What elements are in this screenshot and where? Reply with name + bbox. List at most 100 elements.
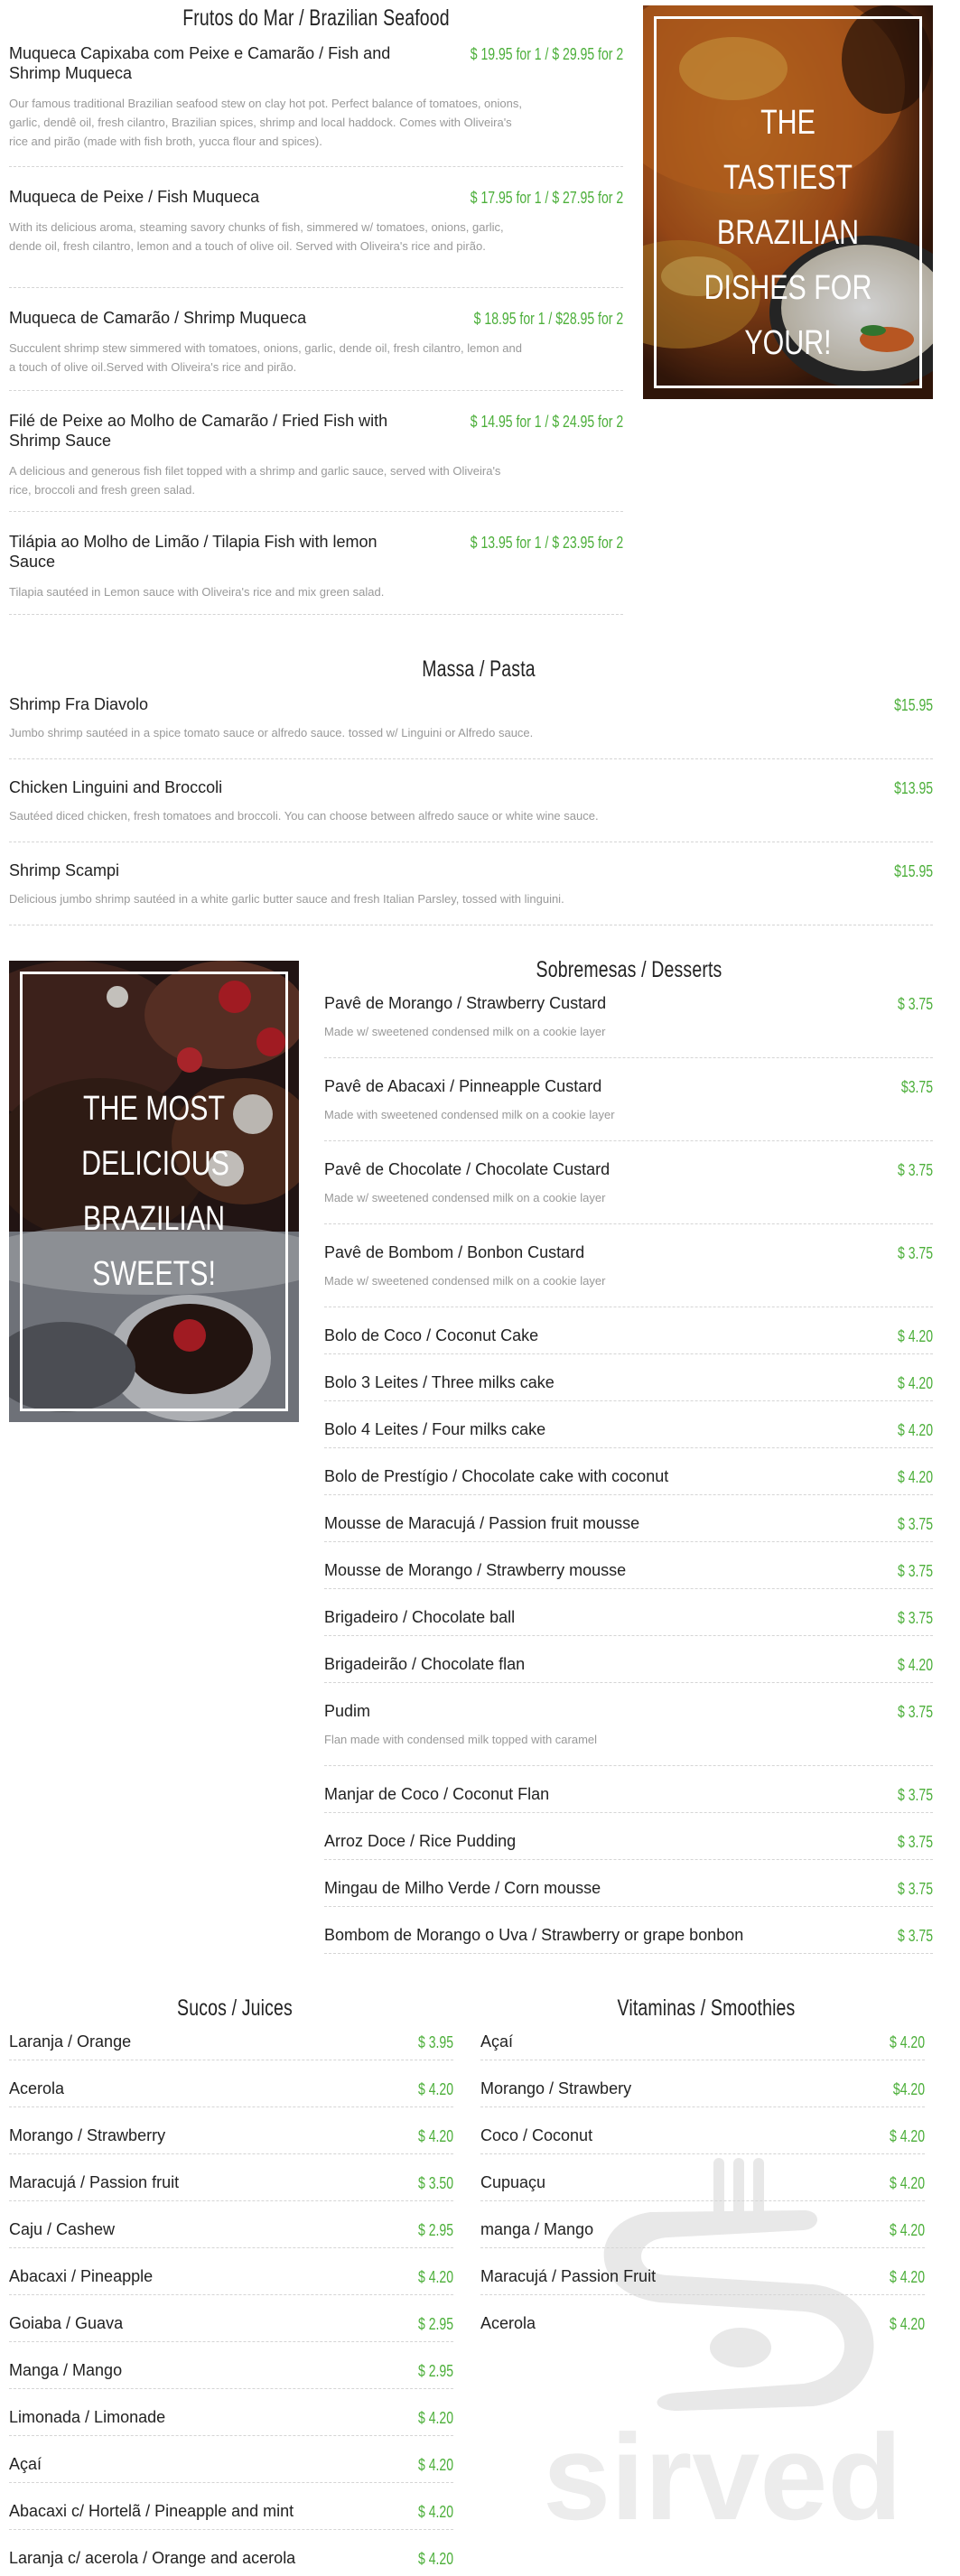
item-name: Bolo de Coco / Coconut Cake [324, 1326, 539, 1344]
smoothie-item[interactable]: $ 4.20 Açaí [480, 2032, 925, 2060]
item-price: $ 2.95 [417, 2315, 453, 2333]
item-price: $ 17.95 for 1 / $ 27.95 for 2 [470, 189, 623, 207]
item-description: Delicious jumbo shrimp sautéed in a whit… [9, 892, 564, 906]
item-name: Shrimp Scampi [9, 861, 120, 879]
item-name: Morango / Strawbery [480, 2079, 632, 2097]
juices-list: $ 3.95 Laranja / Orange $ 4.20 Acerola $… [9, 2032, 453, 2576]
item-price: $ 4.20 [417, 2503, 453, 2521]
sirved-wordmark-text: sirved [543, 2411, 902, 2545]
promo-image-sweets: THE MOST DELICIOUS BRAZILIAN SWEETS! [9, 961, 299, 1422]
item-description: Tilapia sautéed in Lemon sauce with Oliv… [9, 585, 385, 599]
menu-item[interactable]: $ 18.95 for 1 / $28.95 for 2 Muqueca de … [9, 288, 623, 391]
menu-item[interactable]: $ 3.75 Brigadeiro / Chocolate ball [324, 1589, 933, 1636]
item-price: $ 4.20 [897, 1656, 933, 1674]
seafood-list: $ 19.95 for 1 / $ 29.95 for 2 Muqueca Ca… [9, 42, 623, 615]
menu-item[interactable]: $ 3.75 Mousse de Maracujá / Passion frui… [324, 1495, 933, 1542]
menu-item[interactable]: $ 14.95 for 1 / $ 24.95 for 2 Filé de Pe… [9, 391, 623, 512]
item-price: $3.75 [900, 1078, 933, 1096]
item-name: Muqueca Capixaba com Peixe e Camarão / F… [9, 44, 391, 82]
menu-item[interactable]: $ 13.95 for 1 / $ 23.95 for 2 Tilápia ao… [9, 512, 623, 615]
smoothie-item[interactable]: $ 4.20 Maracujá / Passion Fruit [480, 2248, 925, 2295]
smoothies-list: $ 4.20 Açaí $4.20 Morango / Strawbery $ … [480, 2032, 925, 2342]
juice-item[interactable]: $ 2.95 Goiaba / Guava [9, 2295, 453, 2342]
seafood-title: Frutos do Mar / Brazilian Seafood [182, 5, 450, 31]
menu-item[interactable]: $15.95 Shrimp Scampi Delicious jumbo shr… [9, 842, 933, 925]
menu-item[interactable]: $ 3.75 Arroz Doce / Rice Pudding [324, 1813, 933, 1860]
juice-item[interactable]: $ 3.50 Maracujá / Passion fruit [9, 2154, 453, 2201]
item-name: Mingau de Milho Verde / Corn mousse [324, 1879, 601, 1897]
item-price: $ 4.20 [897, 1327, 933, 1345]
item-description: A delicious and generous fish filet topp… [9, 464, 501, 497]
item-name: Manga / Mango [9, 2361, 123, 2379]
item-price: $ 3.75 [897, 1786, 933, 1804]
menu-item[interactable]: $ 3.75 Mousse de Morango / Strawberry mo… [324, 1542, 933, 1589]
item-name: Açaí [9, 2455, 42, 2473]
juice-item[interactable]: $ 3.95 Laranja / Orange [9, 2032, 453, 2060]
smoothie-item[interactable]: $ 4.20 Coco / Coconut [480, 2107, 925, 2154]
item-price: $ 3.75 [897, 1703, 933, 1721]
item-price: $ 3.75 [897, 1609, 933, 1627]
item-price: $ 14.95 for 1 / $ 24.95 for 2 [470, 413, 623, 431]
item-name: Shrimp Fra Diavolo [9, 695, 149, 713]
smoothie-item[interactable]: $4.20 Morango / Strawbery [480, 2060, 925, 2107]
juice-item[interactable]: $ 4.20 Abacaxi / Pineapple [9, 2248, 453, 2295]
juice-item[interactable]: $ 4.20 Morango / Strawberry [9, 2107, 453, 2154]
item-name: Brigadeirão / Chocolate flan [324, 1655, 526, 1673]
juice-item[interactable]: $ 2.95 Caju / Cashew [9, 2201, 453, 2248]
menu-item[interactable]: $ 4.20 Bolo de Coco / Coconut Cake [324, 1307, 933, 1354]
menu-item[interactable]: $ 3.75 Pavê de Bombom / Bonbon Custard M… [324, 1224, 933, 1307]
promo-text: THE MOST DELICIOUS BRAZILIAN SWEETS! [81, 1090, 229, 1293]
item-name: Chicken Linguini and Broccoli [9, 778, 223, 796]
menu-item[interactable]: $ 3.75 Pavê de Chocolate / Chocolate Cus… [324, 1141, 933, 1224]
item-price: $ 4.20 [417, 2409, 453, 2427]
menu-item[interactable]: $ 4.20 Bolo 4 Leites / Four milks cake [324, 1401, 933, 1448]
juices-title: Sucos / Juices [177, 1995, 293, 2021]
smoothie-item[interactable]: $ 4.20 Acerola [480, 2295, 925, 2342]
menu-item[interactable]: $15.95 Shrimp Fra Diavolo Jumbo shrimp s… [9, 694, 933, 759]
item-price: $ 3.75 [897, 1833, 933, 1851]
item-name: Morango / Strawberry [9, 2126, 166, 2144]
juice-item[interactable]: $ 4.20 Açaí [9, 2436, 453, 2483]
menu-item[interactable]: $ 4.20 Bolo de Prestígio / Chocolate cak… [324, 1448, 933, 1495]
pasta-list: $15.95 Shrimp Fra Diavolo Jumbo shrimp s… [9, 694, 933, 925]
menu-item[interactable]: $13.95 Chicken Linguini and Broccoli Sau… [9, 759, 933, 842]
juice-item[interactable]: $ 4.20 Abacaxi c/ Hortelã / Pineapple an… [9, 2483, 453, 2530]
promo-image-seafood: THE TASTIEST BRAZILIAN DISHES FOR YOUR! [643, 5, 933, 399]
item-price: $15.95 [894, 862, 933, 880]
smoothie-item[interactable]: $ 4.20 Cupuaçu [480, 2154, 925, 2201]
item-price: $4.20 [892, 2080, 925, 2098]
item-name: Tilápia ao Molho de Limão / Tilapia Fish… [9, 533, 377, 571]
menu-item[interactable]: $ 4.20 Bolo 3 Leites / Three milks cake [324, 1354, 933, 1401]
juice-item[interactable]: $ 4.20 Acerola [9, 2060, 453, 2107]
menu-item[interactable]: $ 17.95 for 1 / $ 27.95 for 2 Muqueca de… [9, 167, 623, 288]
menu-item[interactable]: $ 4.20 Brigadeirão / Chocolate flan [324, 1636, 933, 1683]
menu-item[interactable]: $3.75 Pavê de Abacaxi / Pinneapple Custa… [324, 1058, 933, 1141]
item-description: Jumbo shrimp sautéed in a spice tomato s… [9, 726, 534, 739]
menu-item[interactable]: $ 3.75 Manjar de Coco / Coconut Flan [324, 1766, 933, 1813]
menu-item[interactable]: $ 3.75 Bombom de Morango o Uva / Strawbe… [324, 1907, 933, 1954]
item-price: $ 4.20 [417, 2080, 453, 2098]
item-price: $ 3.75 [897, 1562, 933, 1580]
menu-item[interactable]: $ 3.75 Pudim Flan made with condensed mi… [324, 1683, 933, 1766]
item-name: Pavê de Chocolate / Chocolate Custard [324, 1160, 610, 1178]
item-name: Brigadeiro / Chocolate ball [324, 1608, 516, 1626]
menu-item[interactable]: $ 3.75 Pavê de Morango / Strawberry Cust… [324, 993, 933, 1058]
smoothie-item[interactable]: $ 4.20 manga / Mango [480, 2201, 925, 2248]
menu-item[interactable]: $ 3.75 Mingau de Milho Verde / Corn mous… [324, 1860, 933, 1907]
item-name: Muqueca de Peixe / Fish Muqueca [9, 188, 260, 206]
item-price: $ 18.95 for 1 / $28.95 for 2 [473, 310, 623, 328]
item-description: Made w/ sweetened condensed milk on a co… [324, 1191, 606, 1204]
sirved-wordmark: sirved [543, 2411, 902, 2545]
juice-item[interactable]: $ 4.20 Limonada / Limonade [9, 2389, 453, 2436]
item-price: $ 3.75 [897, 1515, 933, 1533]
item-name: Laranja c/ acerola / Orange and acerola [9, 2549, 296, 2567]
juice-item[interactable]: $ 2.95 Manga / Mango [9, 2342, 453, 2389]
menu-item[interactable]: $ 19.95 for 1 / $ 29.95 for 2 Muqueca Ca… [9, 42, 623, 167]
juice-item[interactable]: $ 4.20 Laranja c/ acerola / Orange and a… [9, 2530, 453, 2576]
item-price: $ 4.20 [889, 2033, 925, 2051]
item-price: $ 3.50 [417, 2174, 453, 2192]
item-name: Mousse de Morango / Strawberry mousse [324, 1561, 627, 1579]
item-price: $ 19.95 for 1 / $ 29.95 for 2 [470, 45, 623, 63]
item-name: Manjar de Coco / Coconut Flan [324, 1785, 550, 1803]
item-price: $ 3.75 [897, 1880, 933, 1898]
